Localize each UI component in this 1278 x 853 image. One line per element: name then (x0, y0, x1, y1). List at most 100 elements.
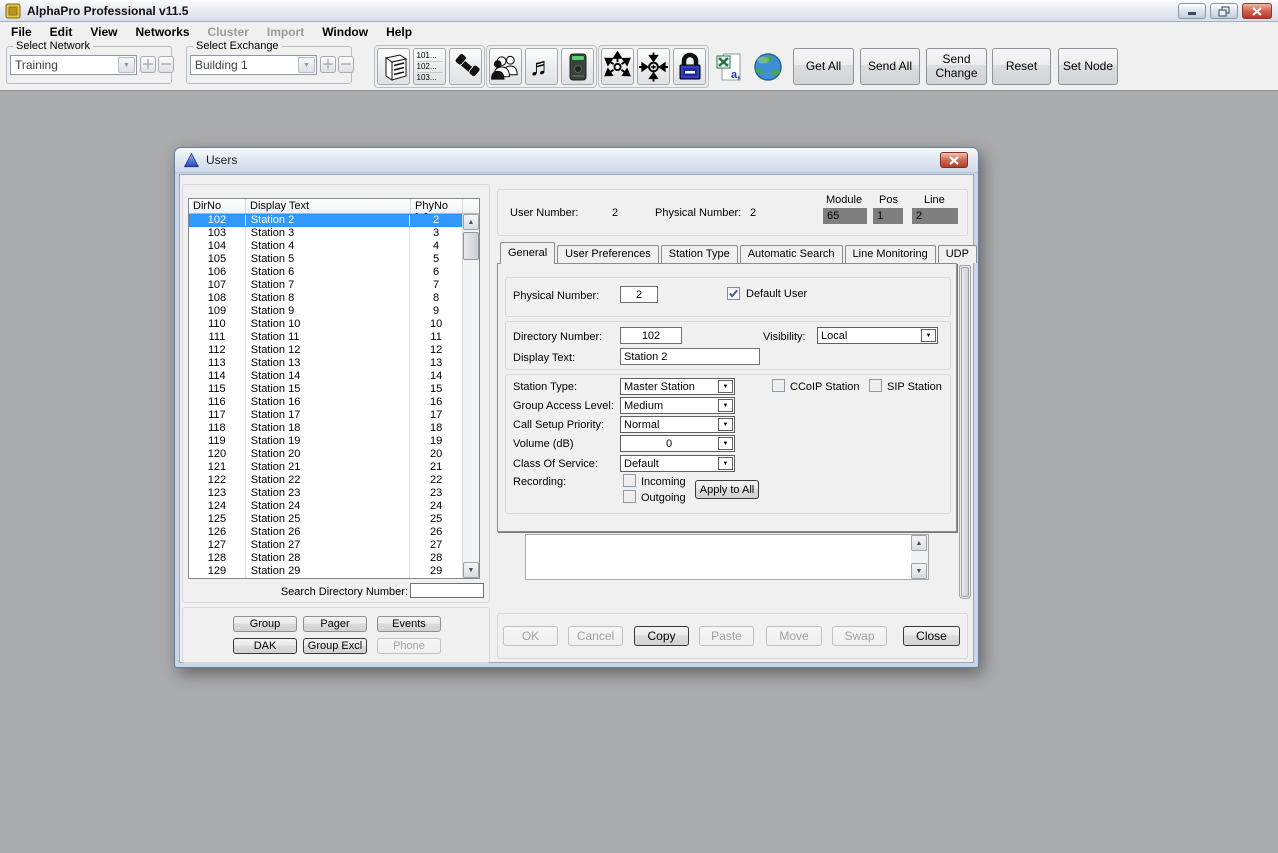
get-all-button[interactable]: Get All (793, 48, 854, 85)
column-header-display-text[interactable]: Display Text (246, 199, 411, 214)
station-row[interactable]: 118Station 1818 (189, 422, 462, 435)
station-list-scrollbar[interactable]: ▲ ▼ (462, 214, 479, 578)
exchange-remove-button[interactable]: － (338, 56, 354, 73)
menu-window[interactable]: Window (313, 23, 377, 41)
user-group-icon[interactable] (489, 48, 522, 85)
events-button[interactable]: Events (377, 616, 441, 632)
send-change-button[interactable]: Send Change (926, 48, 987, 85)
station-row[interactable]: 109Station 99 (189, 305, 462, 318)
group-excl-button[interactable]: Group Excl (303, 638, 367, 654)
chevron-down-icon[interactable]: ▼ (718, 418, 733, 431)
station-row[interactable]: 113Station 1313 (189, 357, 462, 370)
station-row[interactable]: 119Station 1919 (189, 435, 462, 448)
chevron-down-icon[interactable]: ▼ (718, 437, 733, 450)
set-node-button[interactable]: Set Node (1058, 48, 1118, 85)
directory-numbers-icon[interactable]: 101... 102... 103... (413, 48, 446, 85)
send-all-button[interactable]: Send All (860, 48, 920, 85)
chevron-down-icon[interactable]: ▼ (718, 399, 733, 412)
network-remove-button[interactable]: － (158, 56, 174, 73)
network-globe-icon[interactable] (751, 49, 785, 85)
class-of-service-select[interactable]: Default ▼ (620, 455, 735, 472)
menu-help[interactable]: Help (377, 23, 421, 41)
station-row[interactable]: 125Station 2525 (189, 513, 462, 526)
station-row[interactable]: 111Station 1111 (189, 331, 462, 344)
station-row[interactable]: 126Station 2626 (189, 526, 462, 539)
dak-button[interactable]: DAK (233, 638, 297, 654)
minimize-button[interactable] (1178, 3, 1206, 19)
tab-area-scrollbar[interactable] (959, 265, 971, 599)
menu-networks[interactable]: Networks (126, 23, 198, 41)
notes-textarea[interactable] (525, 534, 929, 580)
network-combobox[interactable]: Training ▼ (10, 55, 137, 75)
volume-select[interactable]: 0 ▼ (620, 435, 735, 452)
station-row[interactable]: 106Station 66 (189, 266, 462, 279)
tab-udp[interactable]: UDP (938, 245, 977, 263)
tab-general[interactable]: General (500, 242, 555, 264)
station-row[interactable]: 104Station 44 (189, 240, 462, 253)
scrollbar-thumb[interactable] (463, 232, 479, 260)
search-directory-input[interactable] (410, 583, 484, 598)
menu-file[interactable]: File (2, 23, 41, 41)
menu-view[interactable]: View (81, 23, 126, 41)
station-row[interactable]: 117Station 1717 (189, 409, 462, 422)
chevron-down-icon[interactable]: ▼ (921, 329, 936, 342)
station-row[interactable]: 122Station 2222 (189, 474, 462, 487)
distribute-out-icon[interactable] (601, 48, 634, 85)
chevron-down-icon[interactable]: ▼ (718, 380, 733, 393)
call-setup-select[interactable]: Normal ▼ (620, 416, 735, 433)
exchange-add-button[interactable]: ＋ (320, 56, 336, 73)
directory-number-input[interactable]: 102 (620, 327, 682, 344)
scroll-down-icon[interactable]: ▼ (463, 562, 479, 578)
apply-to-all-button[interactable]: Apply to All (695, 480, 759, 499)
exchange-combobox[interactable]: Building 1 ▼ (190, 55, 317, 75)
pager-button[interactable]: Pager (303, 616, 367, 632)
recording-outgoing-checkbox[interactable] (623, 490, 636, 503)
tab-line-monitoring[interactable]: Line Monitoring (845, 245, 936, 263)
close-dialog-button[interactable]: Close (903, 626, 960, 646)
station-row[interactable]: 120Station 2020 (189, 448, 462, 461)
audio-program-icon[interactable]: ♬ (525, 48, 558, 85)
chevron-down-icon[interactable]: ▼ (298, 57, 315, 73)
tab-user-preferences[interactable]: User Preferences (557, 245, 659, 263)
station-row[interactable]: 116Station 1616 (189, 396, 462, 409)
group-access-select[interactable]: Medium ▼ (620, 397, 735, 414)
recording-incoming-checkbox[interactable] (623, 474, 636, 487)
station-row[interactable]: 107Station 77 (189, 279, 462, 292)
users-dialog-titlebar[interactable]: Users (175, 148, 978, 173)
station-row[interactable]: 123Station 2323 (189, 487, 462, 500)
phone-handset-icon[interactable] (449, 48, 482, 85)
station-row[interactable]: 124Station 2424 (189, 500, 462, 513)
notes-scrollbar[interactable]: ▲ ▼ (911, 535, 928, 579)
network-add-button[interactable]: ＋ (140, 56, 156, 73)
scroll-down-icon[interactable]: ▼ (911, 563, 927, 579)
scroll-up-icon[interactable]: ▲ (463, 214, 479, 230)
security-lock-icon[interactable] (673, 48, 706, 85)
physical-number-input[interactable]: 2 (620, 286, 658, 303)
station-row[interactable]: 105Station 55 (189, 253, 462, 266)
chevron-down-icon[interactable]: ▼ (718, 457, 733, 470)
ccoip-station-checkbox[interactable] (772, 379, 785, 392)
station-row[interactable]: 110Station 1010 (189, 318, 462, 331)
station-row[interactable]: 112Station 1212 (189, 344, 462, 357)
reset-button[interactable]: Reset (992, 48, 1051, 85)
menu-edit[interactable]: Edit (41, 23, 82, 41)
station-row[interactable]: 129Station 2929 (189, 565, 462, 578)
tab-automatic-search[interactable]: Automatic Search (740, 245, 843, 263)
scrollbar-thumb[interactable] (961, 267, 969, 597)
tab-station-type[interactable]: Station Type (661, 245, 738, 263)
default-user-checkbox[interactable] (727, 287, 740, 300)
display-text-input[interactable]: Station 2 (620, 348, 760, 365)
station-row[interactable]: 115Station 1515 (189, 383, 462, 396)
collect-in-icon[interactable] (637, 48, 670, 85)
pager-device-icon[interactable] (561, 48, 594, 85)
station-row[interactable]: 128Station 2828 (189, 552, 462, 565)
station-row[interactable]: 108Station 88 (189, 292, 462, 305)
dialog-close-button[interactable] (940, 152, 968, 168)
station-row[interactable]: 103Station 33 (189, 227, 462, 240)
column-header-dirno[interactable]: DirNo (189, 199, 246, 214)
station-type-select[interactable]: Master Station ▼ (620, 378, 735, 395)
scroll-up-icon[interactable]: ▲ (911, 535, 927, 551)
station-row[interactable]: 121Station 2121 (189, 461, 462, 474)
station-row[interactable]: 127Station 2727 (189, 539, 462, 552)
station-row[interactable]: 114Station 1414 (189, 370, 462, 383)
